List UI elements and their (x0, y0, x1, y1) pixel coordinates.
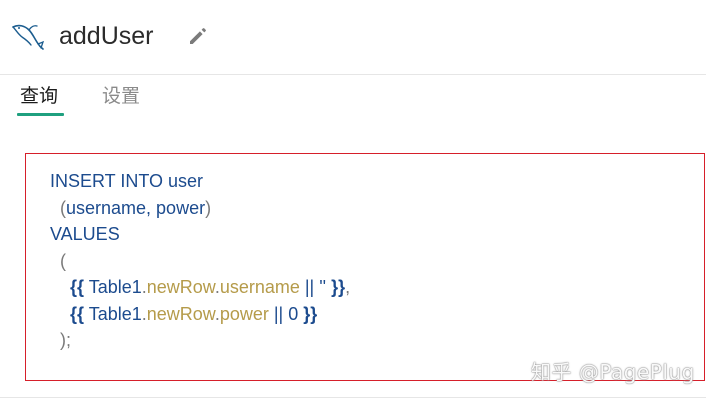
code-line: {{ Table1.newRow.username || '' }}, (50, 274, 350, 301)
code-token: power (219, 303, 269, 324)
code-token: ( (50, 250, 66, 271)
code-token: username (219, 277, 300, 297)
code-token: ); (50, 330, 71, 350)
active-tab-indicator (17, 113, 64, 116)
code-token: || '' (299, 277, 332, 297)
code-token: ( (50, 197, 66, 218)
divider (0, 397, 706, 398)
code-token: VALUES (50, 224, 120, 244)
query-name[interactable]: addUser (59, 20, 154, 52)
code-token: Table1 (84, 277, 142, 297)
code-line: ( (50, 248, 350, 275)
code-token: || 0 (268, 303, 304, 324)
code-token: }} (303, 303, 318, 324)
code-line: ); (50, 327, 350, 354)
mysql-dolphin-icon (12, 24, 45, 50)
pencil-icon[interactable] (186, 24, 210, 48)
code-token: INSERT INTO user (50, 171, 204, 191)
query-header: addUser (0, 0, 706, 75)
code-token: }} (331, 277, 346, 297)
watermark: 知乎 @PagePlug (531, 360, 695, 384)
code-token: Table1 (84, 303, 142, 324)
tab-settings[interactable]: 设置 (102, 83, 140, 109)
code-line: (username, power) (50, 195, 350, 222)
sql-code[interactable]: INSERT INTO user (username, power) VALUES… (50, 168, 350, 354)
code-token: {{ (70, 303, 85, 324)
code-token: username, power (66, 197, 206, 218)
code-token: ) (205, 197, 212, 218)
code-line: INSERT INTO user (50, 168, 350, 195)
code-line: VALUES (50, 221, 350, 248)
code-token: , (345, 277, 351, 297)
code-token: newRow (146, 277, 215, 297)
query-tabs: 查询 设置 (0, 75, 706, 125)
code-token: newRow (146, 303, 215, 324)
code-line: {{ Table1.newRow.power || 0 }} (50, 301, 350, 328)
code-token: {{ (70, 277, 85, 297)
tab-query[interactable]: 查询 (20, 83, 58, 109)
